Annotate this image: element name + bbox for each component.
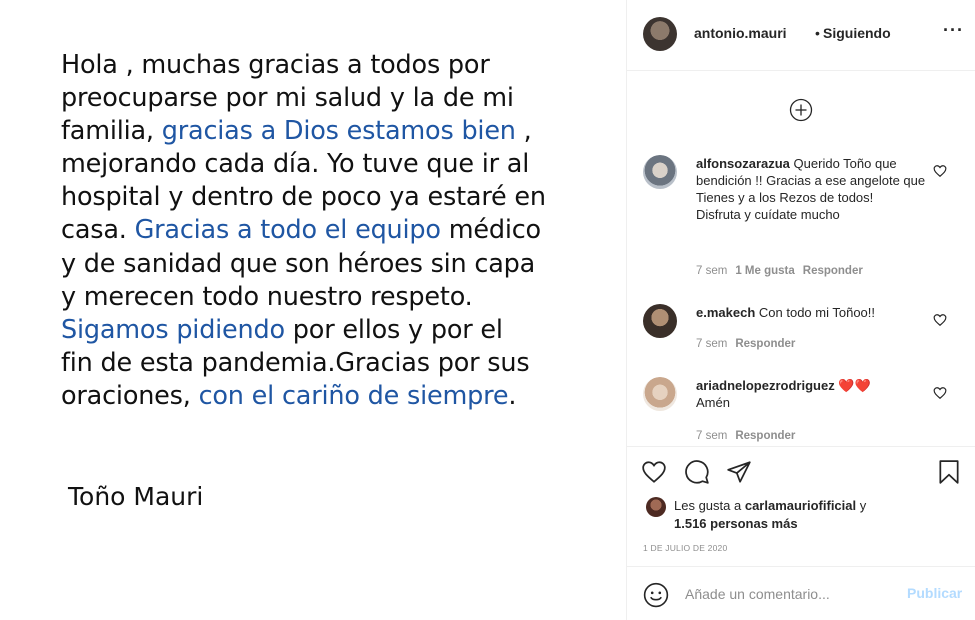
post-highlight-text: con el cariño de siempre bbox=[198, 380, 509, 411]
post-signature: Toño Mauri bbox=[68, 482, 204, 511]
following-button[interactable]: Siguiendo bbox=[823, 25, 891, 41]
commenter-avatar[interactable] bbox=[643, 304, 677, 338]
post-actions: Les gusta a carlamauriofificial y 1.516 … bbox=[627, 446, 975, 566]
comment-message: Amén bbox=[696, 395, 730, 410]
post-plain-text: por ellos y por el bbox=[284, 314, 503, 345]
post-plain-text: . bbox=[508, 380, 517, 411]
post-plain-text: mejorando cada día. Yo tuve que ir al bbox=[61, 149, 530, 180]
comment-text: alfonsozarazua Querido Toño que bendició… bbox=[696, 155, 928, 223]
reply-button[interactable]: Responder bbox=[803, 265, 863, 277]
post-message: Hola , muchas gracias a todos por preocup… bbox=[61, 49, 601, 413]
post-plain-text: oraciones, bbox=[61, 380, 199, 411]
commenter-username[interactable]: alfonsozarazua bbox=[696, 156, 790, 171]
heart-icon[interactable] bbox=[641, 459, 667, 485]
post-message-line: mejorando cada día. Yo tuve que ir al bbox=[61, 148, 601, 181]
emoji-icon[interactable] bbox=[643, 582, 669, 608]
comments-list[interactable]: alfonsozarazua Querido Toño que bendició… bbox=[627, 72, 975, 446]
share-icon[interactable] bbox=[726, 459, 752, 485]
post-plain-text: familia, bbox=[61, 116, 162, 147]
publish-button[interactable]: Publicar bbox=[907, 585, 962, 601]
author-username[interactable]: antonio.mauri bbox=[694, 25, 787, 41]
post-highlight-text: Sigamos pidiendo bbox=[61, 314, 285, 345]
post-plain-text: y merecen todo nuestro respeto. bbox=[61, 281, 473, 312]
post-header: antonio.mauri • Siguiendo ··· bbox=[627, 0, 975, 71]
likes-prefix: Les gusta a bbox=[674, 498, 742, 513]
post-plain-text: y de sanidad que son héroes sin capa bbox=[61, 248, 536, 279]
comment-time[interactable]: 7 sem bbox=[696, 338, 727, 350]
comment-meta: 7 sem 1 Me gusta Responder bbox=[696, 265, 863, 277]
comment-input[interactable] bbox=[685, 584, 885, 604]
comment-meta: 7 sem Responder bbox=[696, 430, 795, 442]
comment-time[interactable]: 7 sem bbox=[696, 430, 727, 442]
author-avatar[interactable] bbox=[643, 17, 677, 51]
reply-button[interactable]: Responder bbox=[735, 430, 795, 442]
likes-count[interactable]: 1.516 personas más bbox=[674, 516, 798, 531]
post-message-line: y merecen todo nuestro respeto. bbox=[61, 281, 601, 314]
comment-hearts: ❤️❤️ bbox=[838, 378, 871, 393]
comment-meta: 7 sem Responder bbox=[696, 338, 795, 350]
commenter-username[interactable]: ariadnelopezrodriguez bbox=[696, 378, 835, 393]
comment-like-heart-icon[interactable] bbox=[933, 313, 947, 327]
commenter-avatar[interactable] bbox=[643, 377, 677, 411]
comment-time[interactable]: 7 sem bbox=[696, 265, 727, 277]
more-options-icon[interactable]: ··· bbox=[943, 20, 964, 41]
comment-message: Con todo mi Toñoo!! bbox=[758, 305, 876, 320]
post-message-line: familia, gracias a Dios estamos bien , bbox=[61, 115, 601, 148]
post-message-line: Hola , muchas gracias a todos por bbox=[61, 49, 601, 82]
likes-summary[interactable]: Les gusta a carlamauriofificial y 1.516 … bbox=[674, 497, 914, 533]
instagram-post-view: Hola , muchas gracias a todos por preocup… bbox=[0, 0, 975, 620]
post-message-line: oraciones, con el cariño de siempre. bbox=[61, 380, 601, 413]
comment-text: ariadnelopezrodriguez ❤️❤️ Amén bbox=[696, 377, 928, 411]
commenter-avatar[interactable] bbox=[643, 155, 677, 189]
post-message-line: fin de esta pandemia.Gracias por sus bbox=[61, 347, 601, 380]
comment-icon[interactable] bbox=[684, 459, 710, 485]
post-message-line: hospital y dentro de poco ya estaré en bbox=[61, 181, 601, 214]
post-plain-text: , bbox=[515, 116, 532, 147]
comment-message-line2: Disfruta y cuídate mucho bbox=[696, 207, 840, 222]
comment-likes[interactable]: 1 Me gusta bbox=[735, 265, 794, 277]
comment-like-heart-icon[interactable] bbox=[933, 164, 947, 178]
post-message-line: preocuparse por mi salud y la de mi bbox=[61, 82, 601, 115]
header-separator: • bbox=[815, 25, 820, 41]
post-plain-text: Hola , muchas gracias a todos por bbox=[61, 50, 490, 80]
post-message-line: y de sanidad que son héroes sin capa bbox=[61, 248, 601, 281]
post-highlight-text: Gracias a todo el equipo bbox=[134, 215, 441, 246]
post-highlight-text: gracias a Dios estamos bien bbox=[161, 116, 516, 147]
post-image: Hola , muchas gracias a todos por preocup… bbox=[0, 0, 626, 620]
likes-connector: y bbox=[859, 498, 867, 513]
post-plain-text: casa. bbox=[61, 215, 135, 246]
add-comment-section: Publicar bbox=[627, 566, 975, 620]
load-more-comments-icon[interactable] bbox=[789, 98, 813, 122]
liker-avatar[interactable] bbox=[646, 497, 666, 517]
post-plain-text: hospital y dentro de poco ya estaré en bbox=[61, 182, 546, 213]
bookmark-icon[interactable] bbox=[936, 459, 962, 485]
post-side-panel: antonio.mauri • Siguiendo ··· alfonsozar… bbox=[626, 0, 975, 620]
post-message-line: casa. Gracias a todo el equipo médico bbox=[61, 214, 601, 247]
post-plain-text: médico bbox=[440, 215, 541, 246]
liker-username[interactable]: carlamauriofificial bbox=[745, 498, 856, 513]
commenter-username[interactable]: e.makech bbox=[696, 305, 755, 320]
post-message-line: Sigamos pidiendo por ellos y por el bbox=[61, 314, 601, 347]
reply-button[interactable]: Responder bbox=[735, 338, 795, 350]
comment-text: e.makech Con todo mi Toñoo!! bbox=[696, 304, 928, 321]
post-plain-text: preocuparse por mi salud y la de mi bbox=[61, 83, 514, 114]
post-date[interactable]: 1 DE JULIO DE 2020 bbox=[643, 543, 727, 553]
comment-like-heart-icon[interactable] bbox=[933, 386, 947, 400]
post-plain-text: fin de esta pandemia.Gracias por sus bbox=[61, 347, 530, 378]
